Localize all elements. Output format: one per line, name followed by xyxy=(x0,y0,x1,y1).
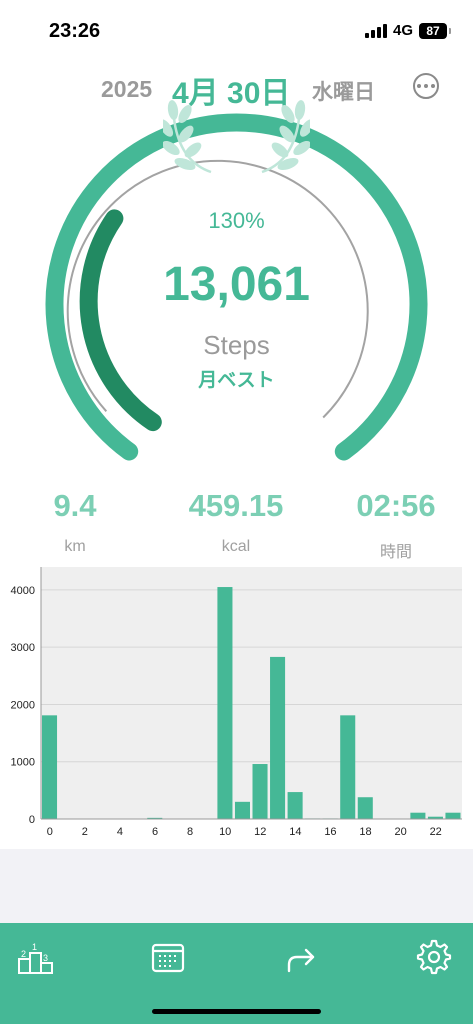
rank-2-digit: 2 xyxy=(21,949,26,959)
chart-bar-hour-0[interactable] xyxy=(42,715,58,819)
home-indicator[interactable] xyxy=(152,1009,321,1014)
distance-value: 9.4 xyxy=(53,488,97,523)
x-tick-label: 2 xyxy=(82,826,88,838)
y-tick-label: 3000 xyxy=(11,642,35,654)
duration-stat: 02:56 時間 xyxy=(316,488,473,562)
settings-tab[interactable] xyxy=(414,939,454,979)
x-tick-label: 16 xyxy=(324,826,336,838)
chart-bar-hour-13[interactable] xyxy=(270,656,286,819)
x-tick-label: 14 xyxy=(289,826,301,838)
ranking-tab[interactable]: 2 1 3 xyxy=(16,939,56,979)
monthly-best-badge: 月ベスト xyxy=(198,370,275,391)
laurel-right-icon xyxy=(261,100,310,174)
y-tick-label: 2000 xyxy=(11,699,35,711)
ranking-icon: 2 1 3 xyxy=(18,942,53,974)
more-options-button[interactable] xyxy=(413,73,439,99)
chart-bar-hour-21[interactable] xyxy=(410,812,426,819)
y-tick-label: 4000 xyxy=(11,585,35,597)
tab-bar: 2 1 3 xyxy=(0,923,473,1024)
network-type: 4G xyxy=(392,22,413,39)
calories-stat: 459.15 kcal xyxy=(156,488,316,556)
distance-stat: 9.4 km xyxy=(0,488,155,556)
x-tick-label: 20 xyxy=(394,826,406,838)
step-count: 13,061 xyxy=(163,258,310,311)
chart-plot-background xyxy=(41,567,462,819)
x-tick-label: 8 xyxy=(187,826,193,838)
chart-bar-hour-17[interactable] xyxy=(340,715,356,819)
x-tick-label: 6 xyxy=(152,826,158,838)
signal-icon xyxy=(364,23,387,38)
date-year: 2025 xyxy=(101,76,153,102)
distance-unit: km xyxy=(64,538,86,555)
more-icon xyxy=(415,84,437,88)
x-tick-label: 12 xyxy=(254,826,266,838)
step-gauge: 130% 13,061 Steps 月ベスト xyxy=(0,100,473,480)
x-tick-label: 18 xyxy=(359,826,371,838)
chart-bar-hour-11[interactable] xyxy=(234,801,250,819)
stats-row: 9.4 km 459.15 kcal 02:56 時間 xyxy=(0,488,473,561)
rank-3-digit: 3 xyxy=(43,953,48,963)
battery-icon: 87 xyxy=(419,22,451,39)
calories-value: 459.15 xyxy=(188,488,284,523)
x-tick-label: 10 xyxy=(219,826,231,838)
duration-unit: 時間 xyxy=(379,544,412,561)
status-bar: 23:26 4G 87 xyxy=(0,0,473,60)
status-time: 23:26 xyxy=(49,20,101,42)
chart-canvas: 0 1000 2000 3000 4000 0 2 4 6 8 10 12 14 16 18 20 22 xyxy=(11,567,462,838)
calories-unit: kcal xyxy=(221,538,251,555)
empty-area xyxy=(0,849,473,923)
share-tab[interactable] xyxy=(281,939,321,979)
chart-bar-hour-23[interactable] xyxy=(445,812,461,819)
x-tick-label: 0 xyxy=(47,826,53,838)
status-indicators: 4G 87 xyxy=(364,22,451,39)
calendar-tab[interactable] xyxy=(148,939,188,979)
hourly-steps-chart[interactable]: 0 1000 2000 3000 4000 0 2 4 6 8 10 12 14 16 18 20 22 xyxy=(0,562,473,849)
y-tick-label: 0 xyxy=(29,814,35,826)
calendar-icon xyxy=(151,943,185,973)
y-tick-label: 1000 xyxy=(11,757,35,769)
goal-percent: 130% xyxy=(208,208,265,233)
x-tick-label: 22 xyxy=(430,826,442,838)
share-icon xyxy=(287,948,315,973)
chart-bar-hour-14[interactable] xyxy=(287,792,303,819)
battery-level: 87 xyxy=(426,23,440,38)
rank-1-digit: 1 xyxy=(32,942,37,952)
chart-bar-hour-10[interactable] xyxy=(217,587,233,819)
laurel-left-icon xyxy=(163,100,212,174)
chart-bar-hour-18[interactable] xyxy=(357,797,373,819)
gear-icon xyxy=(416,939,452,975)
duration-value: 02:56 xyxy=(356,488,436,523)
x-tick-label: 4 xyxy=(117,826,123,838)
chart-bar-hour-12[interactable] xyxy=(252,764,268,819)
steps-label: Steps xyxy=(203,330,270,360)
